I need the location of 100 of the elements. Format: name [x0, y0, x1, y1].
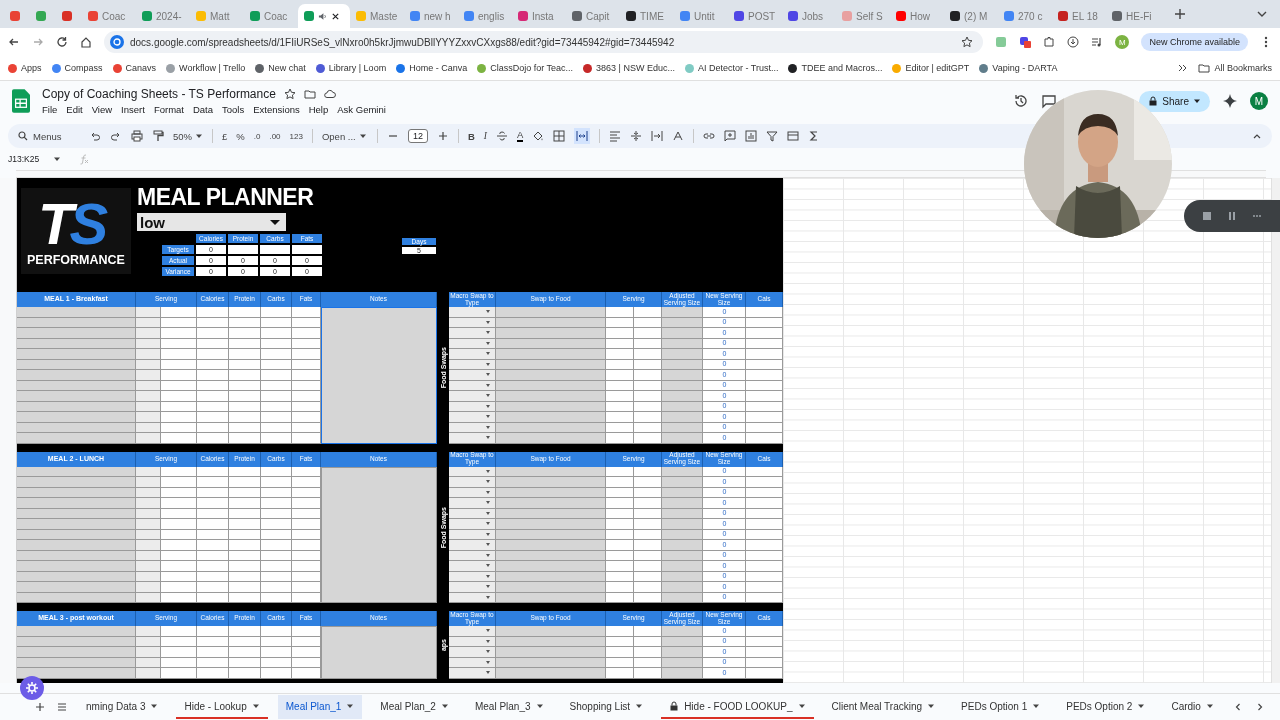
dropdown-caret-icon[interactable]: [486, 532, 490, 536]
bold-button[interactable]: B: [467, 130, 475, 142]
bookmark-link[interactable]: 3863 | NSW Educ...: [596, 63, 675, 73]
bookmark-link[interactable]: TDEE and Macros...: [801, 63, 883, 73]
menu-item[interactable]: Ask Gemini: [337, 104, 386, 115]
notes-area[interactable]: [321, 307, 437, 444]
sheets-logo-icon[interactable]: [12, 89, 30, 113]
sparkle-icon[interactable]: [1222, 93, 1238, 109]
bookmark-link[interactable]: Apps: [21, 63, 42, 73]
browser-tab[interactable]: Insta: [512, 4, 566, 28]
all-sheets-icon[interactable]: [56, 701, 68, 713]
browser-tab[interactable]: TIME: [620, 4, 674, 28]
redo-icon[interactable]: [110, 130, 122, 142]
sheet-tab[interactable]: PEDs Option 2: [1058, 695, 1154, 719]
dropdown-caret-icon[interactable]: [486, 671, 490, 675]
browser-tab[interactable]: Coac: [82, 4, 136, 28]
vertical-align-icon[interactable]: [630, 130, 643, 142]
puzzle-icon[interactable]: [1043, 36, 1056, 48]
new-tab-icon[interactable]: [1174, 8, 1186, 20]
browser-tab[interactable]: Matt: [190, 4, 244, 28]
chevron-icon[interactable]: [1176, 62, 1189, 74]
bookmark-link[interactable]: Workflow | Trello: [179, 63, 246, 73]
dropdown-caret-icon[interactable]: [486, 522, 490, 526]
dropdown-caret-icon[interactable]: [486, 404, 490, 408]
dropdown-caret-icon[interactable]: [486, 564, 490, 568]
dropdown-caret-icon[interactable]: [486, 629, 490, 633]
dropdown-caret-icon[interactable]: [486, 352, 490, 356]
menu-item[interactable]: Tools: [222, 104, 245, 115]
document-title[interactable]: Copy of Coaching Sheets - TS Performance: [42, 87, 276, 101]
dropdown-caret-icon[interactable]: [486, 574, 490, 578]
browser-tab[interactable]: Jobs: [782, 4, 836, 28]
text-color-button[interactable]: A: [517, 130, 524, 142]
dropdown-caret-icon[interactable]: [486, 425, 490, 429]
font-select[interactable]: Open ...: [321, 130, 368, 142]
dropdown-caret-icon[interactable]: [486, 511, 490, 515]
close-icon[interactable]: [331, 11, 340, 21]
filter-icon[interactable]: [766, 130, 779, 142]
paint-format-icon[interactable]: [152, 130, 164, 142]
dropdown-caret-icon[interactable]: [486, 480, 490, 484]
print-icon[interactable]: [131, 130, 143, 142]
media-icon[interactable]: [1091, 36, 1104, 48]
download-icon[interactable]: [1067, 36, 1080, 48]
dropdown-caret-icon[interactable]: [486, 639, 490, 643]
menu-item[interactable]: Format: [153, 104, 184, 115]
bookmark-star-icon[interactable]: [961, 36, 974, 48]
sheet-tab[interactable]: PEDs Option 1: [953, 695, 1049, 719]
menu-item[interactable]: Insert: [121, 104, 145, 115]
reload-icon[interactable]: [56, 36, 68, 48]
currency-format-button[interactable]: £: [222, 130, 228, 142]
browser-tab[interactable]: Untit: [674, 4, 728, 28]
add-sheet-icon[interactable]: [34, 701, 46, 713]
bookmark-link[interactable]: Editor | editGPT: [905, 63, 970, 73]
dropdown-caret-icon[interactable]: [486, 553, 490, 557]
bookmark-link[interactable]: Library | Loom: [328, 63, 387, 73]
chart-icon[interactable]: [745, 130, 758, 142]
percent-format-button[interactable]: %: [236, 130, 245, 142]
dropdown-caret-icon[interactable]: [486, 362, 490, 366]
sheet-tab[interactable]: Meal Plan_1: [277, 695, 363, 719]
increase-decimals-button[interactable]: .00: [269, 131, 281, 141]
address-field[interactable]: docs.google.com/spreadsheets/d/1FIiURSeS_vlNxro0h5krJjmwuDBllYYYZxxvCXxgs88/edit?gid=73445942#gid=73445942: [104, 31, 984, 53]
all-bookmarks-link[interactable]: All Bookmarks: [1198, 62, 1272, 74]
browser-tab[interactable]: 2024-: [136, 4, 190, 28]
dropdown-caret-icon[interactable]: [486, 501, 490, 505]
sheet-tab[interactable]: Meal Plan_3: [466, 695, 552, 719]
dropdown-caret-icon[interactable]: [486, 415, 490, 419]
dropdown-caret-icon[interactable]: [486, 543, 490, 547]
bookmark-link[interactable]: ClassDojo for Teac...: [490, 63, 574, 73]
browser-tab[interactable]: POST: [728, 4, 782, 28]
browser-tab[interactable]: Capit: [566, 4, 620, 28]
dropdown-caret-icon[interactable]: [486, 341, 490, 345]
browser-tab[interactable]: Maste: [350, 4, 404, 28]
text-wrap-icon[interactable]: [651, 130, 664, 142]
scrollbar[interactable]: [1271, 178, 1280, 683]
sheet-tab[interactable]: nming Data 3: [78, 695, 167, 719]
share-button[interactable]: Share: [1139, 90, 1210, 112]
browser-tab[interactable]: englis: [458, 4, 512, 28]
dropdown-caret-icon[interactable]: [486, 310, 490, 314]
dropdown-caret-icon[interactable]: [486, 585, 490, 589]
dropdown-caret-icon[interactable]: [486, 595, 490, 599]
strikethrough-icon[interactable]: [496, 130, 508, 142]
speaker-icon[interactable]: [318, 11, 327, 21]
sheet-tab[interactable]: Meal Plan_2: [372, 695, 457, 719]
bookmark-link[interactable]: AI Detector - Trust...: [697, 63, 779, 73]
browser-tab[interactable]: new h: [404, 4, 458, 28]
dropdown-caret-icon[interactable]: [486, 373, 490, 377]
bookmark-link[interactable]: New chat: [268, 63, 306, 73]
name-box[interactable]: J13:K25: [8, 154, 68, 164]
sheet-tab[interactable]: Hide - FOOD LOOKUP_: [661, 695, 814, 719]
menu-item[interactable]: Extensions: [253, 104, 300, 115]
sheet-tab[interactable]: Shopping List: [561, 695, 652, 719]
site-info-icon[interactable]: [110, 35, 124, 49]
borders-icon[interactable]: [553, 130, 566, 142]
undo-icon[interactable]: [89, 130, 101, 142]
stop-icon[interactable]: [1201, 211, 1212, 221]
browser-tab[interactable]: (2) M: [944, 4, 998, 28]
dropdown-caret-icon[interactable]: [486, 660, 490, 664]
extension-icon[interactable]: [1019, 36, 1032, 48]
comment-icon[interactable]: [1041, 93, 1058, 109]
dropdown-caret-icon[interactable]: [486, 490, 490, 494]
sheet-tab[interactable]: Hide - Lookup: [176, 695, 268, 719]
